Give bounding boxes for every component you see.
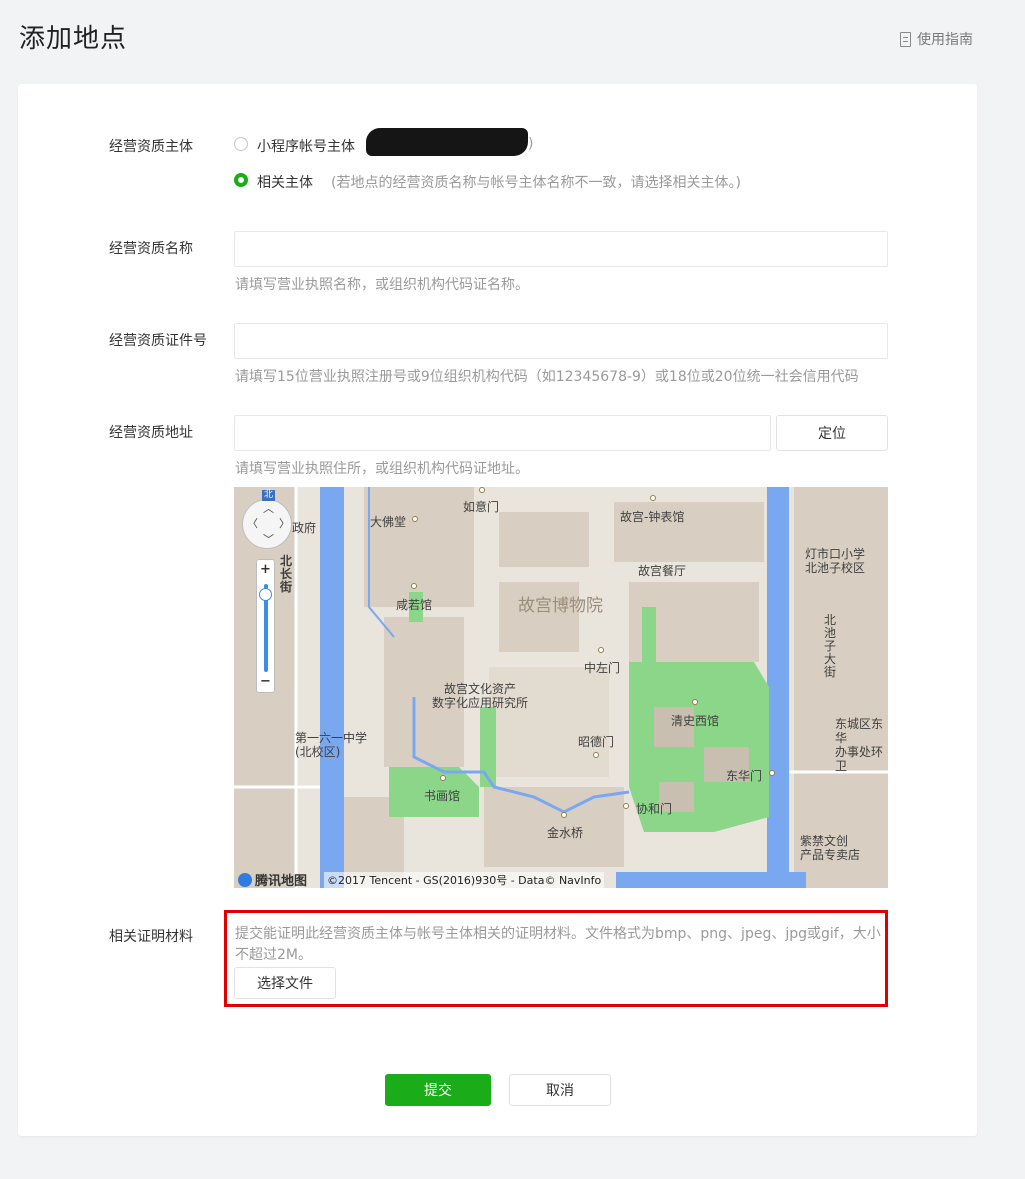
- address-input[interactable]: [234, 415, 771, 451]
- pan-down-icon[interactable]: ﹀: [263, 534, 274, 545]
- compass-north-label: 北: [262, 490, 276, 501]
- map-poi-marker: [440, 775, 446, 781]
- pan-right-icon[interactable]: 〉: [279, 518, 290, 529]
- map-label-dafotang: 大佛堂: [370, 515, 407, 529]
- license-hint: 请填写15位营业执照注册号或9位组织机构代码（如12345678-9）或18位或…: [235, 369, 859, 385]
- name-hint: 请填写营业执照名称，或组织机构代码证名称。: [235, 277, 529, 293]
- map-label-school161: 第一六一中学 (北校区): [295, 731, 368, 759]
- material-label: 相关证明材料: [109, 929, 193, 945]
- map-label-zhengfu: 政府: [292, 521, 317, 535]
- map-zoom-control[interactable]: + −: [256, 559, 275, 693]
- map-label-xianruoguan: 咸若馆: [396, 598, 433, 612]
- map-logo: 腾讯地图: [238, 870, 307, 888]
- map-footer: 腾讯地图 ©2017 Tencent - GS(2016)930号 - Data…: [234, 868, 888, 888]
- map-poi-marker: [412, 516, 418, 522]
- document-icon: [900, 31, 911, 47]
- map-label-canting: 故宫餐厅: [638, 564, 687, 578]
- map-label-xiehemen: 协和门: [636, 802, 673, 816]
- map-poi-marker: [598, 647, 604, 653]
- name-label: 经营资质名称: [109, 241, 193, 257]
- submit-button[interactable]: 提交: [385, 1074, 491, 1106]
- map-poi-marker: [593, 752, 599, 758]
- map-label-zhongbiaoguan: 故宫-钟表馆: [620, 510, 685, 524]
- choose-file-button[interactable]: 选择文件: [234, 967, 336, 999]
- guide-link[interactable]: 使用指南: [900, 29, 973, 49]
- license-input[interactable]: [234, 323, 888, 359]
- page-title: 添加地点: [19, 24, 128, 54]
- map-label-beichizi: 北 池 子 大 街: [824, 613, 837, 679]
- map-poi-marker: [479, 487, 485, 493]
- zoom-in-button[interactable]: +: [257, 562, 274, 577]
- locate-button[interactable]: 定位: [776, 415, 888, 451]
- map-compass-pad[interactable]: 北 ︿ 〈 〉 ﹀: [242, 490, 292, 549]
- material-hint: 提交能证明此经营资质主体与帐号主体相关的证明材料。文件格式为bmp、png、jp…: [235, 926, 881, 963]
- map-label-wenhuazichan: 故宫文化资产 数字化应用研究所: [432, 682, 529, 710]
- guide-label: 使用指南: [917, 32, 973, 48]
- map-label-zijincheng: 紫禁文创 产品专卖店: [800, 834, 861, 862]
- map-label-gugong: 故宫博物院: [518, 596, 603, 616]
- pan-up-icon[interactable]: ︿: [263, 503, 274, 514]
- map-poi-marker: [769, 770, 775, 776]
- zoom-slider-thumb[interactable]: [259, 588, 272, 601]
- map-label-zhongzuomen: 中左门: [584, 661, 621, 675]
- radio-related-label: 相关主体: [257, 175, 313, 191]
- map-label-beichangjie: 北 长 街: [280, 554, 293, 594]
- redacted-subject-name: [366, 128, 528, 156]
- pan-left-icon[interactable]: 〈: [247, 518, 258, 529]
- map-logo-text: 腾讯地图: [255, 874, 308, 888]
- map-copyright: ©2017 Tencent - GS(2016)930号 - Data© Nav…: [324, 872, 605, 888]
- radio-mini-program[interactable]: [234, 137, 248, 151]
- map-poi-marker: [561, 812, 567, 818]
- redacted-close-paren: ): [528, 136, 534, 152]
- address-label: 经营资质地址: [109, 425, 193, 441]
- license-label: 经营资质证件号: [109, 333, 207, 349]
- map-label-donghuamen: 东华门: [726, 769, 763, 783]
- name-input[interactable]: [234, 231, 888, 267]
- map-label-ruyimen: 如意门: [463, 500, 500, 514]
- radio-mini-program-label: 小程序帐号主体: [257, 139, 355, 155]
- address-hint: 请填写营业执照住所，或组织机构代码证地址。: [235, 461, 529, 477]
- radio-related-hint: (若地点的经营资质名称与帐号主体名称不一致，请选择相关主体。): [331, 175, 741, 191]
- map-view[interactable]: 故宫博物院 如意门 大佛堂 故宫-钟表馆 政府 故宫餐厅 灯市口小学 北池子校区…: [234, 487, 888, 888]
- map-label-dongcheng: 东城区东华 办事处环卫: [835, 717, 884, 773]
- zoom-out-button[interactable]: −: [257, 674, 274, 689]
- map-label-jinshuiqiao: 金水桥: [547, 826, 584, 840]
- map-poi-marker: [692, 699, 698, 705]
- tencent-map-logo-icon: [238, 872, 252, 887]
- subject-label: 经营资质主体: [109, 139, 193, 155]
- radio-related[interactable]: [234, 173, 248, 187]
- map-poi-marker: [411, 583, 417, 589]
- map-poi-marker: [650, 495, 656, 501]
- map-label-zhaodemen: 昭德门: [578, 735, 615, 749]
- cancel-button[interactable]: 取消: [509, 1074, 611, 1106]
- map-label-dengshikou: 灯市口小学 北池子校区: [805, 547, 866, 575]
- map-poi-marker: [623, 803, 629, 809]
- map-label-shuhuaguan: 书画馆: [424, 789, 461, 803]
- map-label-qingshixiguan: 清史西馆: [671, 714, 720, 728]
